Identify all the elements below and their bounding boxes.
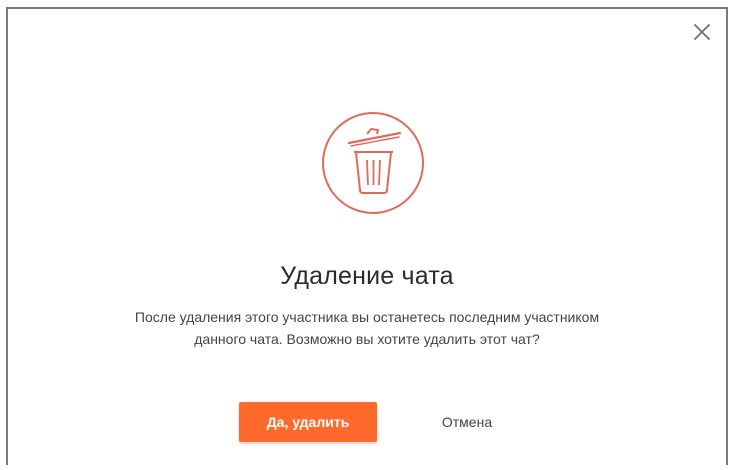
- trash-icon-badge: [320, 110, 426, 216]
- close-button[interactable]: [692, 22, 712, 42]
- dialog-message-line-2: данного чата. Возможно вы хотите удалить…: [194, 331, 540, 347]
- confirm-delete-button[interactable]: Да, удалить: [239, 402, 377, 442]
- close-icon: [694, 24, 710, 40]
- dialog-title: Удаление чата: [280, 262, 454, 290]
- delete-chat-dialog: Удаление чата После удаления этого участ…: [6, 7, 728, 465]
- dialog-message: После удаления этого участника вы остане…: [78, 306, 656, 350]
- dialog-message-line-1: После удаления этого участника вы остане…: [134, 309, 600, 325]
- trash-icon: [322, 112, 424, 214]
- cancel-button[interactable]: Отмена: [412, 402, 522, 442]
